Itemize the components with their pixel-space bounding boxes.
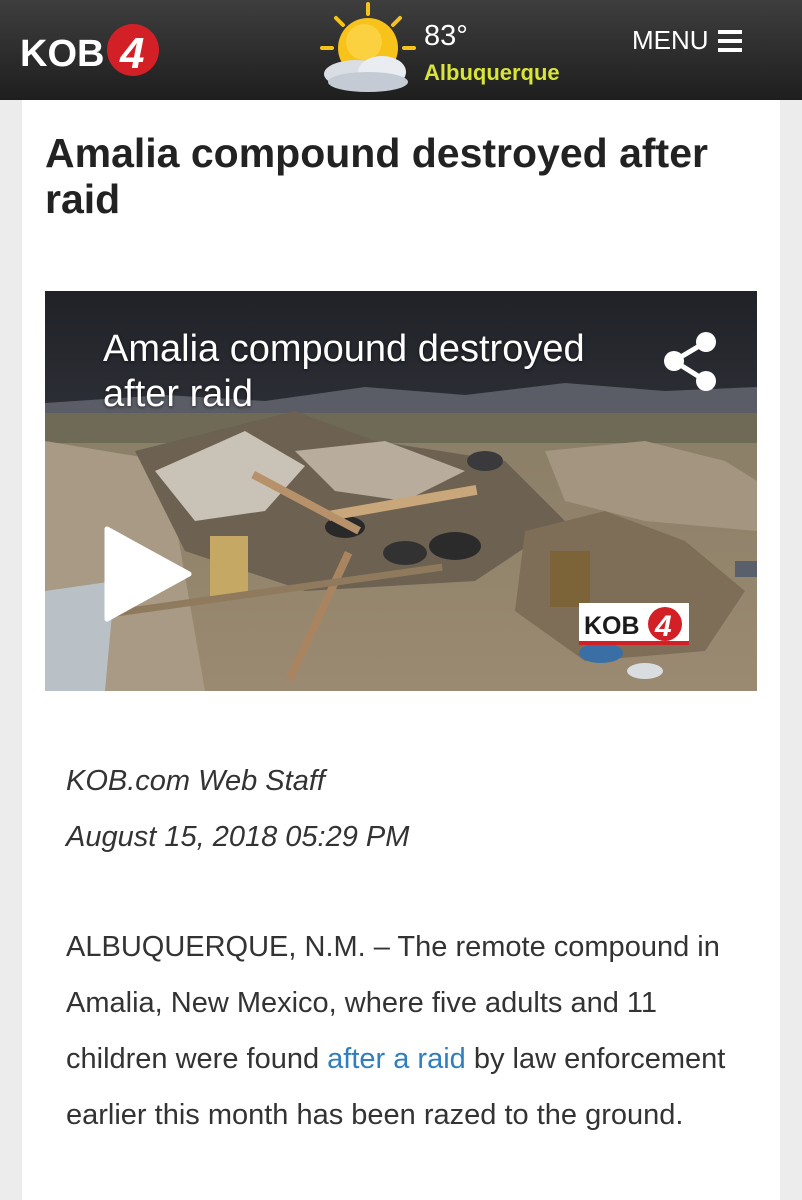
- logo-text: KOB: [20, 33, 104, 75]
- share-icon[interactable]: [661, 329, 721, 395]
- article-headline: Amalia compound destroyed after raid: [45, 130, 708, 222]
- play-icon[interactable]: [103, 525, 193, 623]
- top-bar: KOB 4 83° Albuquerque MENU: [0, 0, 802, 100]
- partly-sunny-icon: [320, 2, 416, 92]
- watermark-text: KOB: [584, 612, 640, 640]
- publish-date: August 15, 2018 05:29 PM: [66, 821, 410, 853]
- menu-label: MENU: [632, 25, 709, 55]
- video-player[interactable]: Amalia compound destroyed after raid KOB…: [45, 291, 757, 691]
- watermark-number: 4: [654, 610, 672, 643]
- menu-button[interactable]: MENU: [632, 25, 742, 56]
- kob4-watermark-logo: KOB 4: [579, 603, 689, 645]
- hamburger-icon: [717, 29, 742, 52]
- video-title: Amalia compound destroyed after raid: [103, 328, 585, 415]
- author-byline: KOB.com Web Staff: [66, 765, 325, 797]
- after-a-raid-link[interactable]: after a raid: [327, 1043, 466, 1075]
- logo-number: 4: [119, 29, 144, 78]
- city-name: Albuquerque: [424, 60, 560, 85]
- article-body: ALBUQUERQUE, N.M. – The remote compound …: [66, 919, 756, 1143]
- temperature: 83°: [424, 20, 468, 52]
- kob4-logo[interactable]: KOB 4: [20, 22, 162, 78]
